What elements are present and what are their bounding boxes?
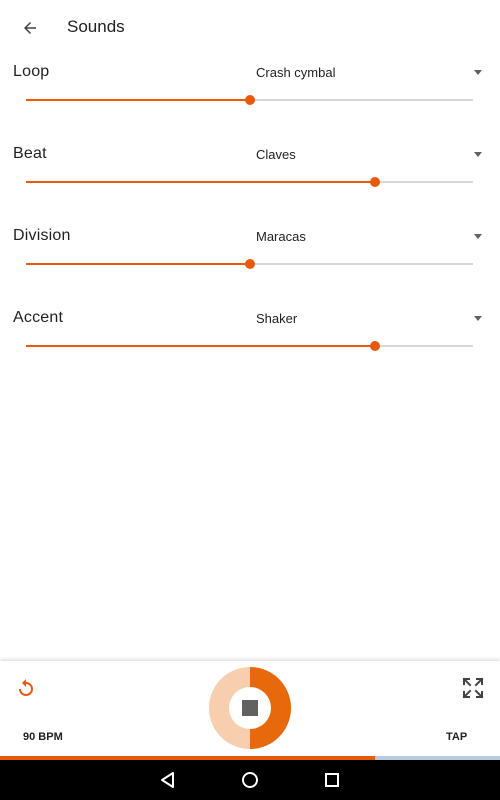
- nav-recents-button[interactable]: [320, 768, 344, 792]
- row-label: Division: [13, 227, 71, 244]
- slider-thumb[interactable]: [244, 95, 255, 105]
- fullscreen-icon: [462, 677, 484, 699]
- dropdown-value: Claves: [256, 147, 296, 162]
- fullscreen-button[interactable]: [461, 676, 485, 700]
- bpm-readout[interactable]: 90 BPM: [23, 731, 63, 743]
- stop-button[interactable]: [209, 667, 291, 749]
- circle-home-icon: [242, 772, 258, 788]
- tap-tempo-button[interactable]: TAP: [446, 731, 467, 743]
- row-label: Accent: [13, 309, 64, 326]
- dropdown-caret-icon: [474, 234, 482, 239]
- triangle-back-icon: [161, 772, 174, 788]
- app-bar: Sounds: [0, 0, 500, 56]
- sound-dropdown[interactable]: Claves: [256, 145, 486, 169]
- slider-thumb[interactable]: [369, 341, 380, 351]
- dropdown-caret-icon: [474, 70, 482, 75]
- square-recents-icon: [325, 773, 339, 787]
- row-label: Loop: [13, 63, 50, 80]
- slider-fill: [26, 263, 250, 265]
- sound-dropdown[interactable]: Maracas: [256, 227, 486, 251]
- dropdown-value: Maracas: [256, 229, 306, 244]
- dropdown-caret-icon: [474, 316, 482, 321]
- nav-home-button[interactable]: [238, 768, 262, 792]
- dropdown-value: Crash cymbal: [256, 65, 336, 80]
- refresh-icon: [19, 679, 33, 696]
- back-button[interactable]: [14, 12, 46, 44]
- sound-dropdown[interactable]: Shaker: [256, 309, 486, 333]
- volume-slider[interactable]: [26, 172, 473, 192]
- nav-back-button[interactable]: [156, 768, 180, 792]
- slider-thumb[interactable]: [369, 177, 380, 187]
- slider-fill: [26, 345, 375, 347]
- sound-row-division: Division Maracas: [0, 227, 500, 309]
- volume-slider[interactable]: [26, 254, 473, 274]
- system-navigation-bar: [0, 760, 500, 800]
- back-arrow-icon: [24, 22, 36, 34]
- slider-fill: [26, 181, 375, 183]
- volume-slider[interactable]: [26, 90, 473, 110]
- row-label: Beat: [13, 145, 47, 162]
- reset-button[interactable]: [14, 677, 38, 701]
- slider-fill: [26, 99, 250, 101]
- sound-row-accent: Accent Shaker: [0, 309, 500, 391]
- sound-row-beat: Beat Claves: [0, 145, 500, 227]
- playback-dial: [209, 667, 291, 749]
- slider-thumb[interactable]: [244, 259, 255, 269]
- playback-panel: 90 BPM TAP: [0, 661, 500, 760]
- sound-dropdown[interactable]: Crash cymbal: [256, 63, 486, 87]
- stop-icon: [242, 700, 258, 716]
- dropdown-value: Shaker: [256, 311, 298, 326]
- sound-row-loop: Loop Crash cymbal: [0, 63, 500, 145]
- dropdown-caret-icon: [474, 152, 482, 157]
- volume-slider[interactable]: [26, 336, 473, 356]
- page-title: Sounds: [67, 17, 125, 36]
